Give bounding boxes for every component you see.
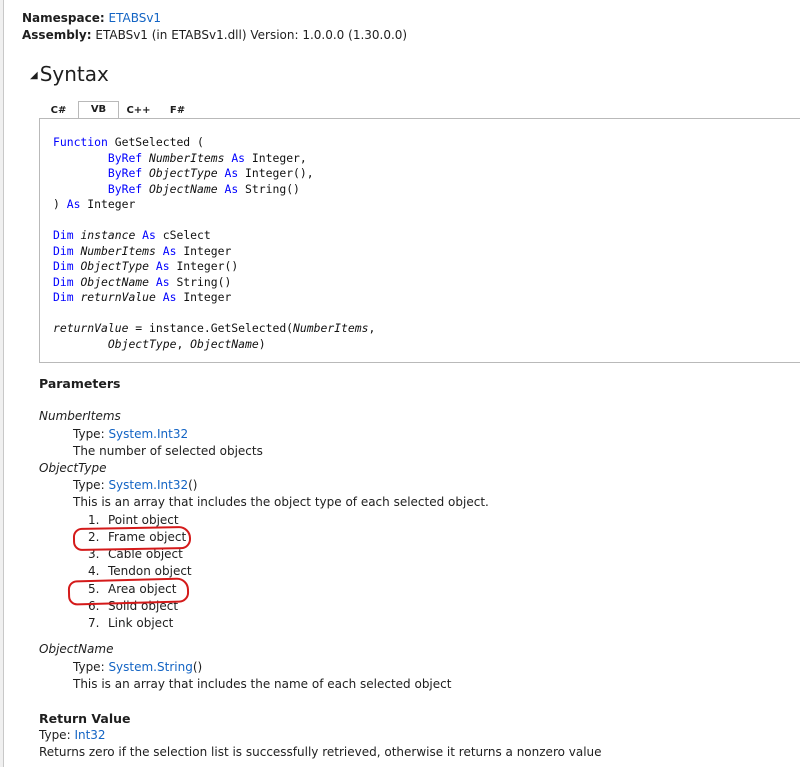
language-tabs: C# VB C++ F# <box>39 101 197 119</box>
parameters-title: Parameters <box>39 376 121 391</box>
tab-vb[interactable]: VB <box>78 101 119 119</box>
collapse-triangle-icon[interactable]: ◢ <box>30 70 38 81</box>
param-desc-objectname: This is an array that includes the name … <box>73 677 452 691</box>
list-item: 5. Area object <box>88 582 177 596</box>
list-item: 2. Frame object <box>88 530 187 544</box>
code-block: Function GetSelected ( ByRef NumberItems… <box>39 118 800 363</box>
syntax-heading[interactable]: ◢ Syntax <box>30 62 109 86</box>
tab-fsharp[interactable]: F# <box>158 102 197 119</box>
param-type-objecttype: Type: System.Int32() <box>73 478 198 492</box>
param-name-objectname: ObjectName <box>39 642 114 656</box>
return-description: Returns zero if the selection list is su… <box>39 745 602 759</box>
param-desc-numberitems: The number of selected objects <box>73 444 263 458</box>
type-link-string-array[interactable]: System.String <box>108 660 192 674</box>
assembly-value: ETABSv1 (in ETABSv1.dll) Version: 1.0.0.… <box>95 28 408 42</box>
list-item: 7. Link object <box>88 616 174 630</box>
list-item: 1. Point object <box>88 513 179 527</box>
tab-cpp[interactable]: C++ <box>119 102 158 119</box>
list-item: 3. Cable object <box>88 547 183 561</box>
assembly-line: Assembly: ETABSv1 (in ETABSv1.dll) Versi… <box>22 27 407 43</box>
namespace-label: Namespace: <box>22 11 105 25</box>
assembly-label: Assembly: <box>22 28 92 42</box>
return-type-line: Type: Int32 <box>39 728 106 742</box>
param-name-objecttype: ObjectType <box>39 461 107 475</box>
code-text: Function GetSelected ( ByRef NumberItems… <box>53 135 376 351</box>
param-type-numberitems: Type: System.Int32 <box>73 427 189 441</box>
return-value-title: Return Value <box>39 711 131 726</box>
left-panel-border <box>0 0 4 767</box>
return-type-link[interactable]: Int32 <box>74 728 105 742</box>
tab-csharp[interactable]: C# <box>39 102 78 119</box>
type-link-int32[interactable]: System.Int32 <box>108 427 188 441</box>
syntax-heading-text: Syntax <box>39 62 109 86</box>
type-link-int32-array[interactable]: System.Int32 <box>108 478 188 492</box>
namespace-line: Namespace: ETABSv1 <box>22 10 161 26</box>
param-type-objectname: Type: System.String() <box>73 660 203 674</box>
list-item: 4. Tendon object <box>88 564 192 578</box>
list-item: 6. Solid object <box>88 599 179 613</box>
param-desc-objecttype: This is an array that includes the objec… <box>73 495 489 509</box>
namespace-link[interactable]: ETABSv1 <box>109 11 162 25</box>
param-name-numberitems: NumberItems <box>39 409 121 423</box>
